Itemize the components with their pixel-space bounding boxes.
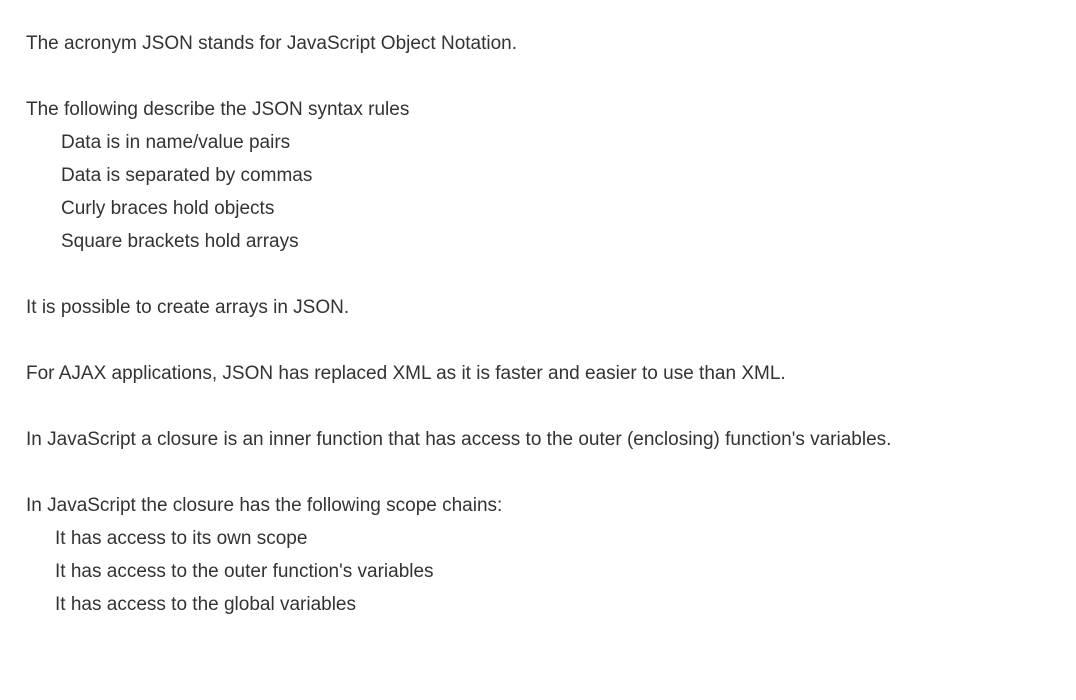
paragraph-syntax-rules-intro: The following describe the JSON syntax r… [26,99,410,120]
list-item: Data is separated by commas [61,165,313,186]
paragraph-ajax: For AJAX applications, JSON has replaced… [26,363,786,384]
paragraph-arrays: It is possible to create arrays in JSON. [26,297,350,318]
list-item: Square brackets hold arrays [61,231,299,252]
list-item: It has access to the outer function's va… [55,561,434,582]
scope-chains-list: It has access to its own scope It has ac… [26,522,1076,621]
paragraph-closure: In JavaScript a closure is an inner func… [26,429,892,450]
document-body: The acronym JSON stands for JavaScript O… [26,27,1076,621]
syntax-rules-list: Data is in name/value pairs Data is sepa… [26,126,1076,258]
list-item: It has access to the global variables [55,594,357,615]
paragraph-json-acronym: The acronym JSON stands for JavaScript O… [26,33,518,54]
list-item: It has access to its own scope [55,528,308,549]
list-item: Data is in name/value pairs [61,132,291,153]
list-item: Curly braces hold objects [61,198,275,219]
paragraph-scope-chains-intro: In JavaScript the closure has the follow… [26,495,503,516]
